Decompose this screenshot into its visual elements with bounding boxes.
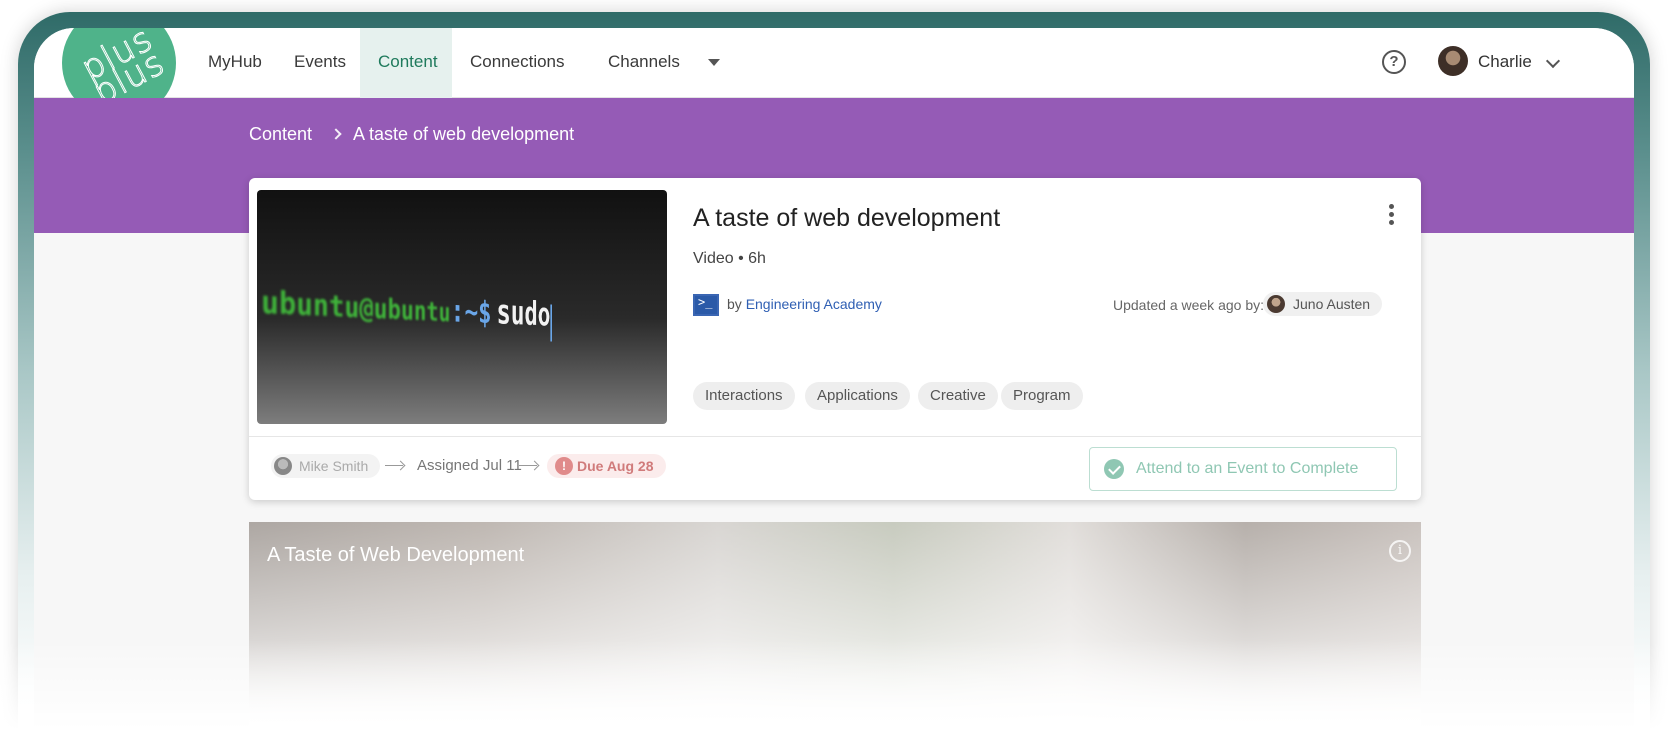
due-badge: ! Due Aug 28 bbox=[547, 454, 666, 478]
nav-channels-label: Channels bbox=[608, 52, 680, 71]
chevron-down-icon[interactable] bbox=[1545, 53, 1561, 69]
due-date: Due Aug 28 bbox=[577, 458, 654, 474]
user-name[interactable]: Charlie bbox=[1478, 28, 1532, 96]
alert-icon: ! bbox=[555, 457, 573, 475]
assigner-chip[interactable]: Mike Smith bbox=[271, 454, 381, 478]
updated-by-chip[interactable]: Juno Austen bbox=[1263, 292, 1383, 316]
more-vert-icon[interactable] bbox=[1389, 204, 1395, 228]
bottom-fade bbox=[0, 640, 1668, 752]
updater-avatar bbox=[1267, 295, 1285, 313]
nav-connections[interactable]: Connections bbox=[452, 28, 583, 98]
content-title: A taste of web development bbox=[693, 204, 1001, 232]
info-icon[interactable]: i bbox=[1389, 540, 1411, 562]
chevron-down-icon bbox=[707, 59, 720, 67]
provider-prefix: by bbox=[727, 296, 742, 312]
nav-content[interactable]: Content bbox=[360, 28, 452, 98]
content-provider: by Engineering Academy bbox=[727, 296, 882, 312]
nav-myhub[interactable]: MyHub bbox=[190, 28, 280, 98]
updated-label: Updated a week ago by: bbox=[1113, 297, 1264, 313]
breadcrumb-current: A taste of web development bbox=[353, 124, 575, 144]
terminal-text: ubuntu@ubuntu:~$ sudo bbox=[261, 270, 553, 342]
question-circle-icon[interactable]: ? bbox=[1382, 50, 1406, 74]
divider bbox=[249, 436, 1421, 437]
arrow-right-icon bbox=[385, 465, 403, 466]
banner-title: A Taste of Web Development bbox=[267, 544, 525, 566]
user-avatar[interactable] bbox=[1438, 46, 1468, 76]
terminal-user: ubuntu@ubuntu bbox=[261, 283, 451, 328]
assigner-name: Mike Smith bbox=[299, 458, 369, 474]
arrow-right-icon bbox=[519, 465, 537, 466]
assigner-avatar bbox=[274, 457, 292, 475]
terminal-prompt: :~$ bbox=[450, 292, 492, 331]
tag-creative[interactable]: Creative bbox=[918, 382, 998, 410]
tag-applications[interactable]: Applications bbox=[805, 382, 910, 410]
terminal-command: sudo bbox=[496, 291, 551, 334]
assigned-date: Assigned Jul 11 bbox=[417, 457, 522, 474]
updater-name: Juno Austen bbox=[1293, 296, 1371, 312]
content-thumbnail[interactable]: ubuntu@ubuntu:~$ sudo bbox=[257, 190, 667, 424]
attend-event-label: Attend to an Event to Complete bbox=[1136, 460, 1359, 477]
top-nav: plus plus MyHub Events Content Connectio… bbox=[34, 28, 1634, 120]
nav-events[interactable]: Events bbox=[276, 28, 364, 98]
tag-interactions[interactable]: Interactions bbox=[693, 382, 795, 410]
tag-program[interactable]: Program bbox=[1001, 382, 1083, 410]
nav-channels[interactable]: Channels bbox=[590, 28, 738, 98]
content-meta: Video • 6h bbox=[693, 250, 766, 267]
breadcrumb-content[interactable]: Content bbox=[249, 124, 312, 145]
cursor bbox=[550, 304, 553, 342]
content-card: ubuntu@ubuntu:~$ sudo A taste of web dev… bbox=[249, 178, 1421, 500]
terminal-icon bbox=[693, 294, 719, 316]
check-circle-icon bbox=[1104, 459, 1124, 479]
provider-link[interactable]: Engineering Academy bbox=[746, 296, 882, 312]
attend-event-button[interactable]: Attend to an Event to Complete bbox=[1089, 447, 1397, 491]
